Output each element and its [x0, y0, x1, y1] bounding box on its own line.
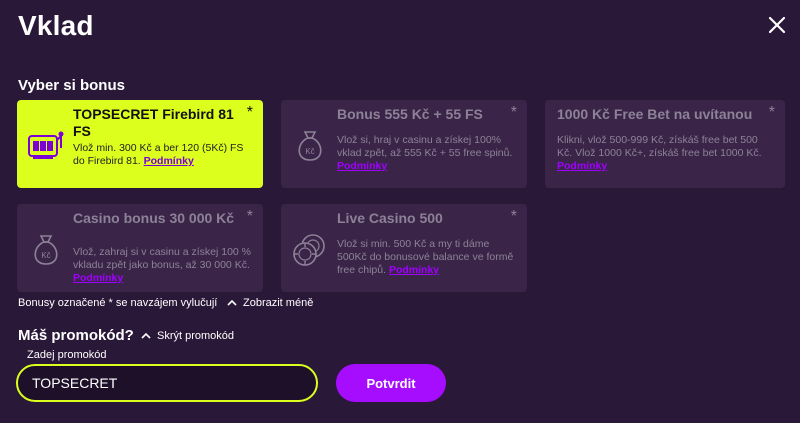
bonus-card-title: 1000 Kč Free Bet na uvítanou: [557, 106, 753, 122]
exclusive-bonus-note: Bonusy označené * se navzájem vylučují: [18, 297, 218, 309]
bonus-card-description: Vlož si, hraj v casinu a získej 100% vkl…: [337, 134, 513, 172]
bonus-card-description: Vlož, zahraj si v casinu a získej 100 % …: [73, 246, 251, 284]
bonus-card-freebet[interactable]: 1000 Kč Free Bet na uvítanou * Klikni, v…: [545, 100, 785, 188]
bonus-card-description: Vlož si min. 500 Kč a my ti dáme 500Kč d…: [337, 238, 514, 276]
bonus-section-label: Vyber si bonus: [18, 77, 125, 94]
promo-input-label: Zadej promokód: [27, 349, 107, 361]
bonus-card-description: Klikni, vlož 500-999 Kč, získáš free bet…: [557, 134, 762, 172]
exclusive-star: *: [510, 208, 517, 225]
bonus-card-topsecret[interactable]: TOPSECRET Firebird 81 FS * Vlož min. 300…: [17, 100, 263, 188]
exclusive-star: *: [768, 104, 775, 121]
terms-link[interactable]: Podmínky: [73, 272, 123, 284]
bonus-card-live-casino[interactable]: Live Casino 500 * Vlož si min. 500 Kč a …: [281, 204, 527, 292]
bonus-card-555[interactable]: Kč Bonus 555 Kč + 55 FS * Vlož si, hraj …: [281, 100, 527, 188]
slot-machine-icon: [28, 131, 64, 159]
promo-code-input[interactable]: [16, 364, 318, 402]
close-icon[interactable]: [766, 14, 788, 36]
svg-text:Kč: Kč: [41, 251, 50, 260]
chevron-up-icon: [141, 332, 151, 339]
money-bag-icon: Kč: [298, 131, 322, 161]
exclusive-star: *: [246, 104, 253, 121]
confirm-button[interactable]: Potvrdit: [336, 364, 446, 402]
bonus-card-title: Live Casino 500: [337, 210, 443, 226]
bonus-card-casino-30000[interactable]: Kč Casino bonus 30 000 Kč * Vlož, zahraj…: [17, 204, 263, 292]
exclusive-star: *: [510, 104, 517, 121]
terms-link[interactable]: Podmínky: [557, 160, 607, 172]
exclusive-star: *: [246, 208, 253, 225]
show-less-toggle[interactable]: Zobrazit méně: [227, 297, 313, 309]
show-less-label: Zobrazit méně: [243, 297, 314, 309]
bonus-card-title: Casino bonus 30 000 Kč: [73, 210, 235, 226]
bonus-card-title: TOPSECRET Firebird 81 FS: [73, 106, 234, 139]
money-bag-icon: Kč: [34, 235, 58, 265]
terms-link[interactable]: Podmínky: [389, 264, 439, 276]
terms-link[interactable]: Podmínky: [337, 160, 387, 172]
chevron-up-icon: [227, 299, 237, 306]
terms-link[interactable]: Podmínky: [144, 155, 194, 167]
hide-promo-toggle[interactable]: Skrýt promokód: [141, 330, 234, 342]
page-title: Vklad: [18, 10, 94, 41]
bonus-card-description: Vlož min. 300 Kč a ber 120 (5Kč) FS do F…: [73, 142, 244, 167]
promo-question: Máš promokód?: [18, 327, 134, 344]
casino-chips-icon: [293, 234, 325, 266]
bonus-card-title: Bonus 555 Kč + 55 FS: [337, 106, 483, 122]
hide-promo-label: Skrýt promokód: [157, 330, 235, 342]
svg-text:Kč: Kč: [305, 147, 314, 156]
